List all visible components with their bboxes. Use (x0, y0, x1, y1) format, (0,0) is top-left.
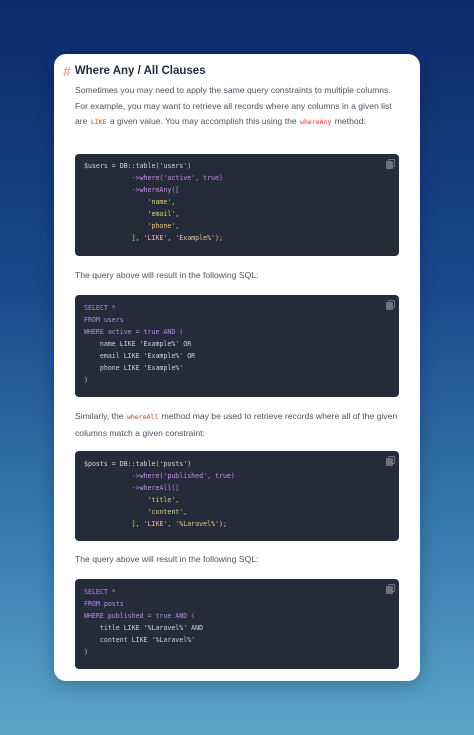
code-block-whereall-sql: SELECT * FROM posts WHERE published = tr… (75, 579, 399, 669)
code-line: SELECT * (84, 588, 116, 596)
code-line: WHERE active = true AND ( (84, 328, 184, 336)
inline-code-whereany: whereAny (299, 118, 333, 126)
code-line: 'name', (84, 198, 176, 206)
copy-icon[interactable] (386, 159, 395, 169)
code-line: ->where('published', true) (84, 472, 235, 480)
code-line: phone LIKE 'Example%' (84, 364, 184, 372)
code-line: 'phone', (84, 222, 180, 230)
documentation-card: # Where Any / All Clauses Sometimes you … (54, 54, 420, 681)
copy-icon[interactable] (386, 584, 395, 594)
code-line: ->whereAll([ (84, 484, 180, 492)
code-line: SELECT * (84, 304, 116, 312)
inline-code-whereall: whereAll (125, 413, 160, 421)
code-line: $posts = DB::table('posts') (84, 460, 192, 468)
copy-icon[interactable] (386, 456, 395, 466)
code-line: 'email', (84, 210, 180, 218)
inline-code-like: LIKE (89, 118, 108, 126)
paragraph-sql-result: The query above will result in the follo… (75, 552, 405, 568)
code-line: content LIKE '%Laravel%' (84, 636, 196, 644)
code-line: WHERE published = true AND ( (84, 612, 196, 620)
code-line: ->where('active', true) (84, 174, 223, 182)
paragraph-text: The query above will result in the follo… (75, 554, 259, 564)
heading-anchor-link[interactable]: # (63, 63, 71, 79)
paragraph-text: The query above will result in the follo… (75, 270, 259, 280)
code-line: ) (84, 648, 88, 656)
paragraph-sql-result: The query above will result in the follo… (75, 268, 405, 284)
section-title: Where Any / All Clauses (74, 65, 206, 77)
section-heading: # Where Any / All Clauses (63, 63, 206, 79)
copy-icon[interactable] (386, 300, 395, 310)
code-line: ->whereAny([ (84, 186, 180, 194)
paragraph-where-any-intro: Sometimes you may need to apply the same… (75, 83, 405, 131)
code-line: 'content', (84, 508, 188, 516)
paragraph-text: Similarly, the (75, 411, 126, 421)
code-line: email LIKE 'Example%' OR (84, 352, 196, 360)
code-line: ) (84, 376, 88, 384)
code-line: $users = DB::table('users') (84, 162, 192, 170)
paragraph-text: method: (332, 116, 366, 126)
code-line: ], 'LIKE', '%Laravel%'); (84, 520, 227, 528)
paragraph-text: a given value. You may accomplish this u… (107, 116, 300, 126)
code-line: FROM users (84, 316, 124, 324)
code-line: ], 'LIKE', 'Example%'); (84, 234, 223, 242)
paragraph-where-all-intro: Similarly, the whereAll method may be us… (75, 409, 405, 441)
code-block-whereany-sql: SELECT * FROM users WHERE active = true … (75, 295, 399, 397)
code-line: name LIKE 'Example%' OR (84, 340, 192, 348)
code-block-whereany-php: $users = DB::table('users') ->where('act… (75, 154, 399, 256)
code-line: FROM posts (84, 600, 124, 608)
code-line: title LIKE '%Laravel%' AND (84, 624, 204, 632)
code-block-whereall-php: $posts = DB::table('posts') ->where('pub… (75, 451, 399, 541)
code-line: 'title', (84, 496, 180, 504)
